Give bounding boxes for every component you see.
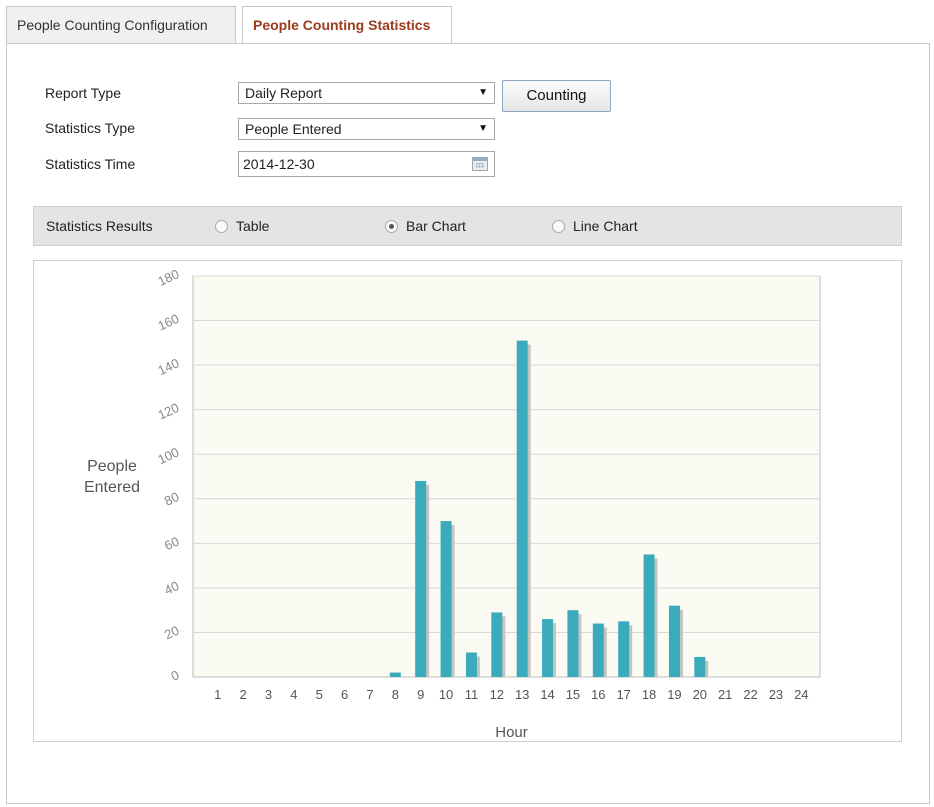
- x-tick-label: 21: [718, 687, 732, 702]
- radio-circle[interactable]: [552, 219, 565, 233]
- chart-container: 0 20 40 60 80 100 120 140 160 180 1 2 3 4 5 6 7 8 9 10 11 12 1…: [33, 260, 902, 742]
- x-tick-label: 20: [693, 687, 707, 702]
- bar: [668, 605, 680, 677]
- bar: [415, 480, 427, 677]
- statistics-type-select[interactable]: People Entered ▼: [238, 118, 495, 140]
- x-tick-label: 18: [642, 687, 656, 702]
- x-tick-label: 11: [465, 687, 479, 702]
- statistics-panel: Report Type Daily Report ▼ Counting Stat…: [6, 43, 930, 804]
- radio-bar-chart-label: Bar Chart: [406, 218, 466, 234]
- bar: [440, 521, 452, 677]
- bar: [542, 619, 554, 677]
- x-tick-label: 4: [290, 687, 297, 702]
- y-tick-label: 140: [155, 355, 181, 378]
- x-tick-label: 16: [591, 687, 605, 702]
- x-tick-label: 8: [392, 687, 399, 702]
- plot-area: [192, 275, 821, 678]
- radio-table-label: Table: [236, 218, 270, 234]
- radio-circle-checked[interactable]: [385, 219, 398, 233]
- x-tick-label: 15: [566, 687, 580, 702]
- statistics-type-value: People Entered: [245, 121, 342, 137]
- y-tick-label: 180: [155, 266, 181, 289]
- report-type-select[interactable]: Daily Report ▼: [238, 82, 495, 104]
- y-axis-label: People: [87, 458, 137, 475]
- x-axis-label: Hour: [495, 724, 528, 741]
- bar: [567, 610, 579, 677]
- radio-line-chart-label: Line Chart: [573, 218, 638, 234]
- x-tick-label: 7: [366, 687, 373, 702]
- bar: [694, 656, 706, 677]
- x-tick-label: 17: [616, 687, 630, 702]
- calendar-icon[interactable]: [472, 157, 488, 171]
- radio-line-chart[interactable]: Line Chart: [552, 218, 638, 234]
- x-tick-label: 10: [439, 687, 453, 702]
- counting-button[interactable]: Counting: [502, 80, 611, 112]
- statistics-time-input[interactable]: 2014-12-30: [238, 151, 495, 177]
- bar: [618, 621, 630, 677]
- bar: [592, 623, 604, 677]
- radio-bar-chart[interactable]: Bar Chart: [385, 218, 466, 234]
- x-tick-label: 5: [316, 687, 323, 702]
- report-type-value: Daily Report: [245, 85, 323, 101]
- tab-people-counting-statistics[interactable]: People Counting Statistics: [242, 6, 452, 45]
- y-tick-label: 20: [162, 623, 181, 643]
- bar: [643, 554, 655, 677]
- x-tick-label: 24: [794, 687, 808, 702]
- x-tick-label: 6: [341, 687, 348, 702]
- x-tick-label: 14: [540, 687, 554, 702]
- y-tick-label: 40: [162, 578, 181, 598]
- triangle-down-icon: ▼: [478, 87, 488, 98]
- y-tick-label: 60: [162, 534, 181, 554]
- x-tick-label: 19: [667, 687, 681, 702]
- x-tick-label: 9: [417, 687, 424, 702]
- x-tick-label: 2: [239, 687, 246, 702]
- y-axis-label: Entered: [84, 479, 140, 496]
- bar-chart: 0204060801001201401601801 2 3 4 5 6 7 8 9 10 11 12 1…: [84, 266, 821, 741]
- triangle-down-icon: ▼: [478, 123, 488, 134]
- x-tick-label: 1: [214, 687, 221, 702]
- bar: [491, 612, 503, 677]
- statistics-time-value: 2014-12-30: [243, 156, 315, 172]
- tab-people-counting-configuration[interactable]: People Counting Configuration: [6, 6, 236, 44]
- y-tick-label: 160: [155, 311, 181, 334]
- radio-table[interactable]: Table: [215, 218, 269, 234]
- y-tick-label: 100: [155, 444, 181, 467]
- x-tick-label: 13: [515, 687, 529, 702]
- x-tick-label: 12: [490, 687, 504, 702]
- radio-circle[interactable]: [215, 219, 228, 233]
- x-tick-label: 23: [769, 687, 783, 702]
- statistics-time-label: Statistics Time: [45, 156, 136, 172]
- bar: [516, 340, 528, 677]
- x-tick-label: 22: [743, 687, 757, 702]
- bar: [465, 652, 477, 677]
- y-tick-label: 80: [162, 489, 181, 509]
- y-tick-label: 0: [169, 667, 182, 684]
- bar: [389, 672, 401, 677]
- x-tick-label: 3: [265, 687, 272, 702]
- statistics-results-bar: Statistics Results Table Bar Chart Line …: [33, 206, 902, 246]
- statistics-type-label: Statistics Type: [45, 120, 136, 136]
- statistics-results-label: Statistics Results: [46, 218, 153, 234]
- y-tick-label: 120: [155, 400, 181, 423]
- report-type-label: Report Type: [45, 85, 122, 101]
